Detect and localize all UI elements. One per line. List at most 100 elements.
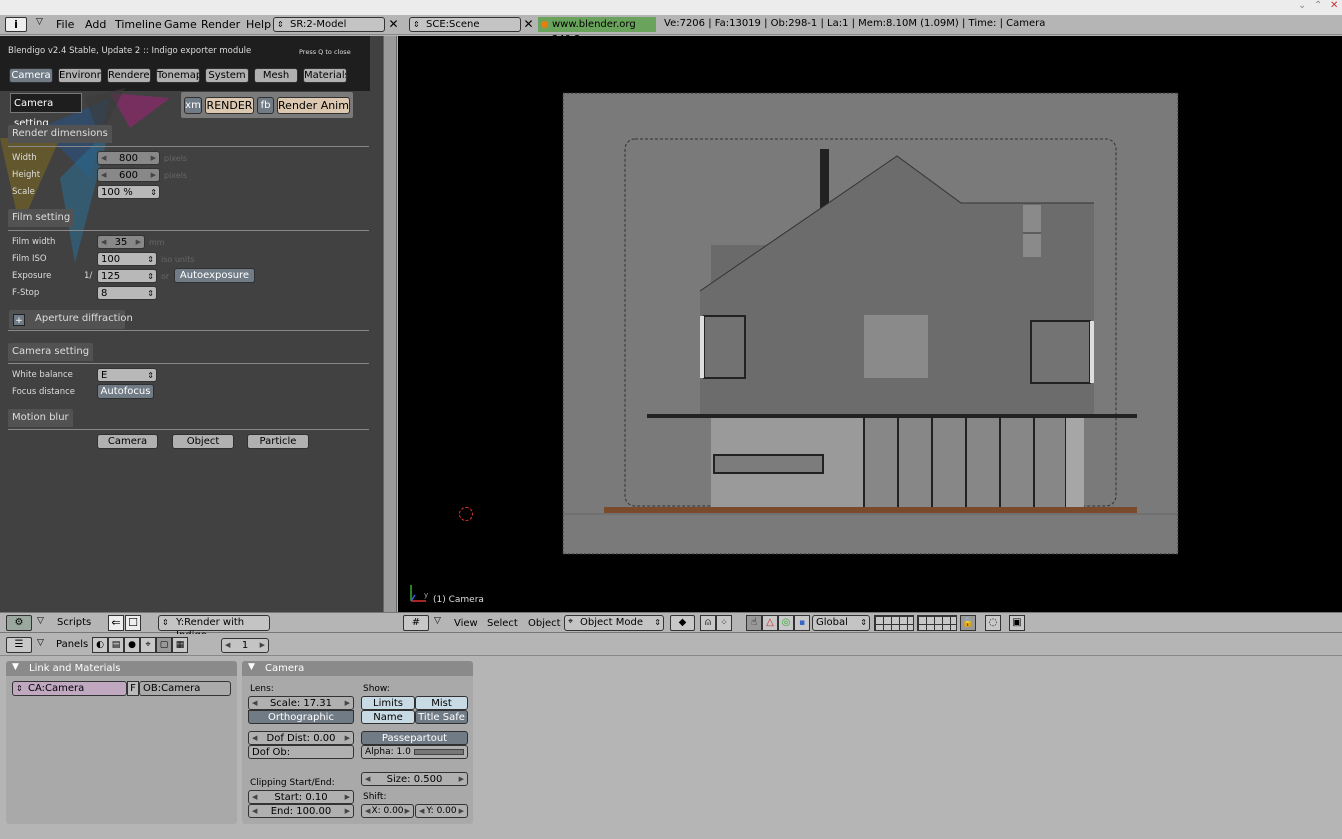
physics-context-icon[interactable]: ● [124, 637, 140, 653]
height-field[interactable]: ◀ 600 ▶ [97, 168, 160, 182]
fstop-select[interactable]: 8 ⇕ [97, 286, 157, 300]
back-arrow-button[interactable]: ⇐ [108, 615, 124, 631]
orientation-selector[interactable]: Global ⇕ [812, 615, 870, 631]
scene-delete-button[interactable]: ✕ [521, 17, 536, 32]
frame-number-field[interactable]: ◀ 1 ▶ [221, 638, 269, 653]
shift-y-field[interactable]: ◀ Y: 0.00 ▶ [415, 804, 468, 818]
camera-panel: ▼ Camera Lens: ◀ Scale: 17.31 ▶ Orthograph… [242, 661, 473, 824]
motion-blur-camera-button[interactable]: Camera [97, 434, 158, 449]
dof-object-field[interactable]: Dof Ob: [248, 745, 354, 759]
script-selector[interactable]: ⇕ Y:Render with Indigo [158, 615, 270, 641]
film-iso-select[interactable]: 100 ⇕ [97, 252, 157, 266]
limits-toggle[interactable]: Limits [361, 696, 415, 710]
alpha-slider[interactable]: Alpha: 1.0 [361, 745, 468, 759]
editor-type-icon[interactable]: ☰ [6, 637, 32, 653]
blender-url-link[interactable]: www.blender.org 249.2 [538, 17, 656, 45]
tab-tonemap[interactable]: Tonemap [156, 68, 200, 83]
object-name-field[interactable]: OB:Camera [139, 681, 231, 696]
exposure-select[interactable]: 125 ⇕ [97, 269, 157, 283]
white-balance-select[interactable]: E ⇕ [97, 368, 157, 382]
draw-type-button[interactable]: ◆ [670, 615, 695, 631]
pivot-button[interactable]: ⍝ [700, 615, 716, 631]
snap-button[interactable]: ⁘ [716, 615, 732, 631]
shading-context-icon[interactable]: ◐ [92, 637, 108, 653]
editor-type-icon[interactable]: ⚙ [6, 615, 32, 631]
maximize-icon[interactable]: ⌃ [1314, 0, 1322, 11]
name-toggle[interactable]: Name [361, 710, 415, 724]
tab-camera[interactable]: Camera [9, 68, 53, 83]
collapse-menu-icon[interactable]: ▽ [37, 638, 44, 648]
camera-panel-header[interactable]: ▼ Camera [242, 661, 473, 676]
link-materials-header[interactable]: ▼ Link and Materials [6, 661, 237, 676]
menu-timeline[interactable]: Timeline [115, 17, 162, 33]
render-view-icon[interactable]: ▣ [1009, 615, 1025, 631]
scale-select[interactable]: 100 % ⇕ [97, 185, 160, 199]
close-icon[interactable]: ✕ [1330, 0, 1338, 11]
shift-x-field[interactable]: ◀ X: 0.00 ▶ [361, 804, 414, 818]
layer-buttons-1[interactable] [874, 615, 914, 631]
passepartout-size-field[interactable]: ◀ Size: 0.500 ▶ [361, 772, 468, 786]
menu-select[interactable]: Select [487, 616, 518, 632]
editor-type-icon[interactable]: # [403, 615, 429, 631]
dof-dist-field[interactable]: ◀ Dof Dist: 0.00 ▶ [248, 731, 354, 745]
width-field[interactable]: ◀ 800 ▶ [97, 151, 160, 165]
mode-selector[interactable]: ⌖ Object Mode ⇕ [564, 615, 664, 631]
mist-toggle[interactable]: Mist [415, 696, 468, 710]
film-width-field[interactable]: ◀ 35 ▶ [97, 235, 145, 249]
menu-game[interactable]: Game [164, 17, 197, 33]
aperture-diffraction-toggle[interactable]: + Aperture diffraction [9, 310, 133, 329]
rotate-manipulator-icon[interactable]: ◎ [778, 615, 794, 631]
render-preview-icon[interactable]: ◌ [985, 615, 1001, 631]
scale-field[interactable]: ◀ Scale: 17.31 ▶ [248, 696, 354, 710]
collapse-menu-icon[interactable]: ▽ [36, 17, 43, 27]
edit-context-icon[interactable]: ⌖ [140, 637, 156, 653]
clip-start-field[interactable]: ◀ Start: 0.10 ▶ [248, 790, 354, 804]
camera-data-field[interactable]: ⇕ CA:Camera [12, 681, 127, 696]
scene-context-icon[interactable]: ▦ [172, 637, 188, 653]
fb-button[interactable]: fb [257, 97, 274, 114]
scale-manipulator-icon[interactable]: ▪ [794, 615, 810, 631]
motion-blur-particle-button[interactable]: Particle [247, 434, 309, 449]
scripts-context-icon[interactable]: ▢ [156, 637, 172, 653]
render-anim-button[interactable]: Render Anim [277, 97, 350, 114]
layer-buttons-2[interactable] [917, 615, 957, 631]
lock-icon[interactable]: 🔒 [960, 615, 976, 631]
screen-delete-button[interactable]: ✕ [386, 17, 401, 32]
tab-mesh[interactable]: Mesh [254, 68, 298, 83]
screen-selector[interactable]: ⇕ SR:2-Model [273, 17, 385, 32]
translate-manipulator-icon[interactable]: △ [762, 615, 778, 631]
menu-file[interactable]: File [56, 17, 74, 33]
panel-scrollbar[interactable] [383, 36, 397, 612]
collapse-menu-icon[interactable]: ▽ [434, 616, 441, 626]
tab-materials[interactable]: Materials [303, 68, 347, 83]
tab-environment[interactable]: Environm [58, 68, 102, 83]
shift-x-value: X: 0.00 [371, 806, 404, 816]
fake-user-button[interactable]: F [127, 681, 139, 696]
menu-object[interactable]: Object [528, 616, 561, 632]
tab-system[interactable]: System [205, 68, 249, 83]
focus-distance-label: Focus distance [12, 387, 75, 397]
autofocus-button[interactable]: Autofocus [97, 384, 154, 399]
scripts-menu-label[interactable]: Scripts [57, 617, 91, 628]
info-icon[interactable]: i [5, 17, 27, 32]
scene-selector[interactable]: ⇕ SCE:Scene [409, 17, 521, 32]
clip-end-field[interactable]: ◀ End: 100.00 ▶ [248, 804, 354, 818]
hand-manipulator-icon[interactable]: ☝ [746, 615, 762, 631]
render-button[interactable]: RENDER [205, 97, 254, 114]
restore-icon[interactable]: ⌄ [1298, 0, 1306, 11]
collapse-menu-icon[interactable]: ▽ [37, 616, 44, 626]
orthographic-button[interactable]: Orthographic [248, 710, 354, 724]
passepartout-toggle[interactable]: Passepartout [361, 731, 468, 745]
window-button[interactable]: ☐ [125, 615, 141, 631]
menu-help[interactable]: Help [246, 17, 271, 33]
object-context-icon[interactable]: ▤ [108, 637, 124, 653]
viewport-3d[interactable]: y (1) Camera [398, 36, 1342, 612]
title-safe-toggle[interactable]: Title Safe [415, 710, 468, 724]
menu-view[interactable]: View [454, 616, 478, 632]
menu-add[interactable]: Add [85, 17, 106, 33]
tab-renderer[interactable]: Renderer [107, 68, 151, 83]
motion-blur-object-button[interactable]: Object [172, 434, 234, 449]
menu-render[interactable]: Render [201, 17, 240, 33]
xm-button[interactable]: xm [184, 97, 202, 114]
autoexposure-button[interactable]: Autoexposure [174, 268, 255, 283]
